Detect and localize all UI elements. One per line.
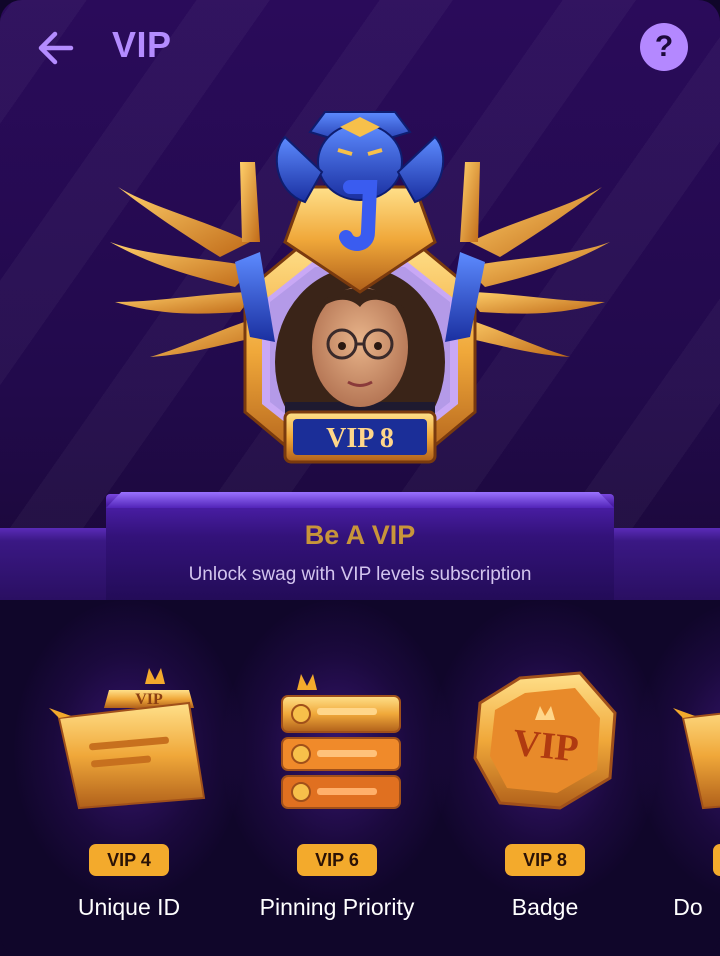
podium-top xyxy=(106,492,614,508)
promo-subtitle: Unlock swag with VIP levels subscription xyxy=(188,564,532,585)
question-icon: ? xyxy=(654,30,674,63)
vip-level-badge xyxy=(713,844,720,876)
perk-partial[interactable]: Do xyxy=(648,600,720,956)
vip-level-badge: VIP 6 xyxy=(297,844,377,876)
right-wing xyxy=(460,162,610,357)
perk-pinning-priority[interactable]: VIP 6 Pinning Priority xyxy=(232,600,442,956)
vip-card-icon: VIP xyxy=(49,668,206,810)
podium-left xyxy=(0,528,108,600)
perk-label: Pinning Priority xyxy=(259,894,415,920)
svg-text:VIP: VIP xyxy=(511,722,580,771)
vip-level-badge: VIP 8 xyxy=(505,844,585,876)
perks-panel: VIP VIP 4 Unique ID VIP 6 Pinning Priori… xyxy=(0,600,720,956)
podium-right xyxy=(612,528,720,600)
perk-unique-id[interactable]: VIP VIP 4 Unique ID xyxy=(24,600,234,956)
promo-title: Be A VIP xyxy=(304,520,416,550)
perk-label: Do xyxy=(673,894,703,920)
back-button[interactable] xyxy=(30,26,80,70)
pinned-list-icon xyxy=(281,674,401,809)
page-title: VIP xyxy=(112,24,172,65)
vip-card-icon xyxy=(673,708,720,810)
help-button[interactable]: ? xyxy=(640,23,688,71)
arrow-left-icon xyxy=(38,31,74,65)
perk-label: Unique ID xyxy=(77,894,181,920)
vip-screen: VIP ? VIP 8 Be A VIP Unlock swag with VI… xyxy=(0,0,720,956)
vip-level-text: VIP 8 xyxy=(326,423,394,454)
svg-text:VIP: VIP xyxy=(135,691,163,708)
vip-emblem: VIP 8 xyxy=(110,111,610,464)
left-wing xyxy=(110,162,260,357)
vip-badge-icon: VIP xyxy=(473,671,617,810)
vip-level-badge: VIP 4 xyxy=(89,844,169,876)
